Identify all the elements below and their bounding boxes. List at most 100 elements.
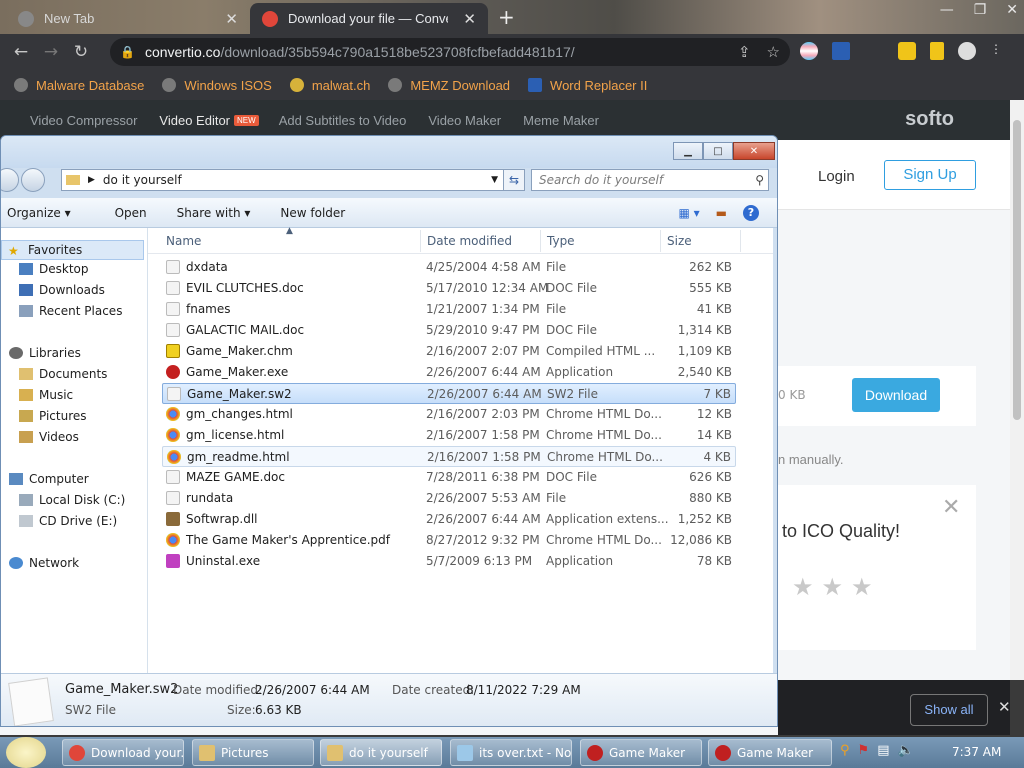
nav-network[interactable]: Network [9,556,79,570]
nav-favorites[interactable]: ★ Favorites [1,240,144,260]
minimize-icon[interactable]: — [940,2,954,18]
file-row[interactable]: gm_readme.html 2/16/2007 1:58 PM Chrome HT… [162,446,736,467]
network-icon[interactable]: ▤ [877,743,889,758]
breadcrumb[interactable]: ▶ do it yourself ▼ ⇆ [61,169,525,191]
softo-logo[interactable]: softo [905,108,954,131]
start-button[interactable] [6,737,46,768]
lock-icon[interactable]: 🔒 [120,45,135,59]
taskbar-item-game-maker-2[interactable]: Game Maker [708,739,832,766]
file-row[interactable]: Game_Maker.sw2 2/26/2007 6:44 AM SW2 File 7… [162,383,736,404]
subnav-video-compressor[interactable]: Video Compressor [30,113,137,128]
file-row[interactable]: rundata 2/26/2007 5:53 AM File 880 KB [162,488,736,509]
nav-cd-drive[interactable]: CD Drive (E:) [19,514,117,528]
file-row[interactable]: Softwrap.dll 2/26/2007 6:44 AM Application… [162,509,736,530]
nav-music[interactable]: Music [19,388,73,402]
address-bar[interactable]: 🔒 convertio.co /download/35b594c790a1518… [110,38,790,66]
close-icon[interactable]: ✕ [942,495,960,520]
close-window-icon[interactable]: ✕ [1006,2,1018,18]
new-folder-button[interactable]: New folder [280,206,345,220]
column-type[interactable]: Type [547,234,575,248]
tab-new-tab[interactable]: New Tab ✕ [6,3,250,34]
column-size[interactable]: Size [667,234,692,248]
views-icon[interactable]: ▦ ▾ [678,206,699,220]
signup-button[interactable]: Sign Up [884,160,976,190]
tab-convertio[interactable]: Download your file — Convertio ✕ [250,3,488,34]
scroll-thumb[interactable] [1013,120,1021,420]
bookmark-item[interactable]: malwat.ch [289,78,370,93]
puzzle-icon[interactable] [898,42,916,60]
taskbar-item-explorer[interactable]: do it yourself [320,739,442,766]
nav-libraries[interactable]: Libraries [9,346,81,360]
menu-icon[interactable]: ⋮ [990,42,1002,60]
bookmark-star-icon[interactable]: ☆ [767,43,780,61]
maximize-icon[interactable]: □ [703,142,733,160]
nav-pictures[interactable]: Pictures [19,409,87,423]
file-row[interactable]: EVIL CLUTCHES.doc 5/17/2010 12:34 AM DOC F… [162,278,736,299]
file-row[interactable]: GALACTIC MAIL.doc 5/29/2010 9:47 PM DOC Fi… [162,320,736,341]
explorer-titlebar[interactable]: ▁ □ ✕ [1,136,777,168]
nav-local-disk[interactable]: Local Disk (C:) [19,493,125,507]
help-icon[interactable]: ? [743,204,759,221]
breadcrumb-folder[interactable]: do it yourself [103,173,182,187]
nav-desktop[interactable]: Desktop [19,262,89,276]
rating-stars[interactable]: ★★★ [792,573,881,601]
subnav-video-maker[interactable]: Video Maker [428,113,501,128]
volume-icon[interactable]: 🔈 [897,743,913,758]
column-date-modified[interactable]: Date modified [427,234,512,248]
close-icon[interactable]: ✕ [733,142,775,160]
nav-computer[interactable]: Computer [9,472,89,486]
file-row[interactable]: Uninstal.exe 5/7/2009 6:13 PM Application 7… [162,551,736,572]
back-icon[interactable]: ← [6,42,36,62]
file-row[interactable]: gm_changes.html 2/16/2007 2:03 PM Chrome H… [162,404,736,425]
search-icon[interactable]: ⚲ [755,170,764,190]
file-row[interactable]: Game_Maker.chm 2/16/2007 2:07 PM Compiled … [162,341,736,362]
forward-icon[interactable] [21,168,45,192]
open-button[interactable]: Open [101,206,147,220]
search-input[interactable]: Search do it yourself ⚲ [531,169,769,191]
chevron-down-icon[interactable]: ▼ [491,175,498,185]
new-tab-icon[interactable]: + [498,5,515,29]
nav-videos[interactable]: Videos [19,430,79,444]
extension-word-icon[interactable] [832,42,850,60]
taskbar-item-game-maker-1[interactable]: Game Maker [580,739,702,766]
extension-flag-icon[interactable] [800,42,818,60]
refresh-icon[interactable]: ⇆ [503,169,525,191]
clock[interactable]: 7:37 AM [952,745,1001,759]
minimize-icon[interactable]: ▁ [673,142,703,160]
subnav-meme-maker[interactable]: Meme Maker [523,113,599,128]
taskbar-item-chrome[interactable]: Download your... [62,739,184,766]
search-icon[interactable]: ⚲ [840,743,850,758]
taskbar-item-pictures[interactable]: Pictures [192,739,314,766]
show-all-button[interactable]: Show all [910,694,988,726]
file-row[interactable]: The Game Maker's Apprentice.pdf 8/27/2012… [162,530,736,551]
chevron-right-icon[interactable]: ▶ [88,175,95,185]
download-button[interactable]: Download [852,378,940,412]
subnav-add-subtitles[interactable]: Add Subtitles to Video [279,113,407,128]
sidepanel-icon[interactable] [930,42,944,60]
profile-avatar[interactable] [958,42,976,60]
file-row[interactable]: Game_Maker.exe 2/26/2007 6:44 AM Applicati… [162,362,736,383]
preview-pane-icon[interactable]: ▬ [716,206,727,220]
bookmark-item[interactable]: MEMZ Download [388,78,510,93]
forward-icon[interactable]: → [36,42,66,62]
nav-documents[interactable]: Documents [19,367,107,381]
file-row[interactable]: MAZE GAME.doc 7/28/2011 6:38 PM DOC File 62… [162,467,736,488]
bookmark-item[interactable]: Word Replacer II [528,78,647,93]
login-link[interactable]: Login [818,168,855,185]
organize-button[interactable]: Organize ▾ [7,206,71,220]
close-tab-icon[interactable]: ✕ [463,10,476,28]
back-icon[interactable] [1,168,19,192]
share-icon[interactable]: ⇪ [738,43,751,61]
bookmark-item[interactable]: Windows ISOS [162,78,272,93]
column-name[interactable]: Name [166,234,201,248]
taskbar-item-notepad[interactable]: its over.txt - No... [450,739,572,766]
close-tab-icon[interactable]: ✕ [225,10,238,28]
reload-icon[interactable]: ↻ [66,42,96,62]
share-with-button[interactable]: Share with ▾ [177,206,251,220]
file-row[interactable]: dxdata 4/25/2004 4:58 AM File 262 KB [162,257,736,278]
nav-recent-places[interactable]: Recent Places [19,304,122,318]
page-scrollbar[interactable] [1010,100,1024,680]
bookmark-item[interactable]: Malware Database [14,78,144,93]
subnav-video-editor[interactable]: Video Editor [159,113,230,128]
file-row[interactable]: fnames 1/21/2007 1:34 PM File 41 KB [162,299,736,320]
